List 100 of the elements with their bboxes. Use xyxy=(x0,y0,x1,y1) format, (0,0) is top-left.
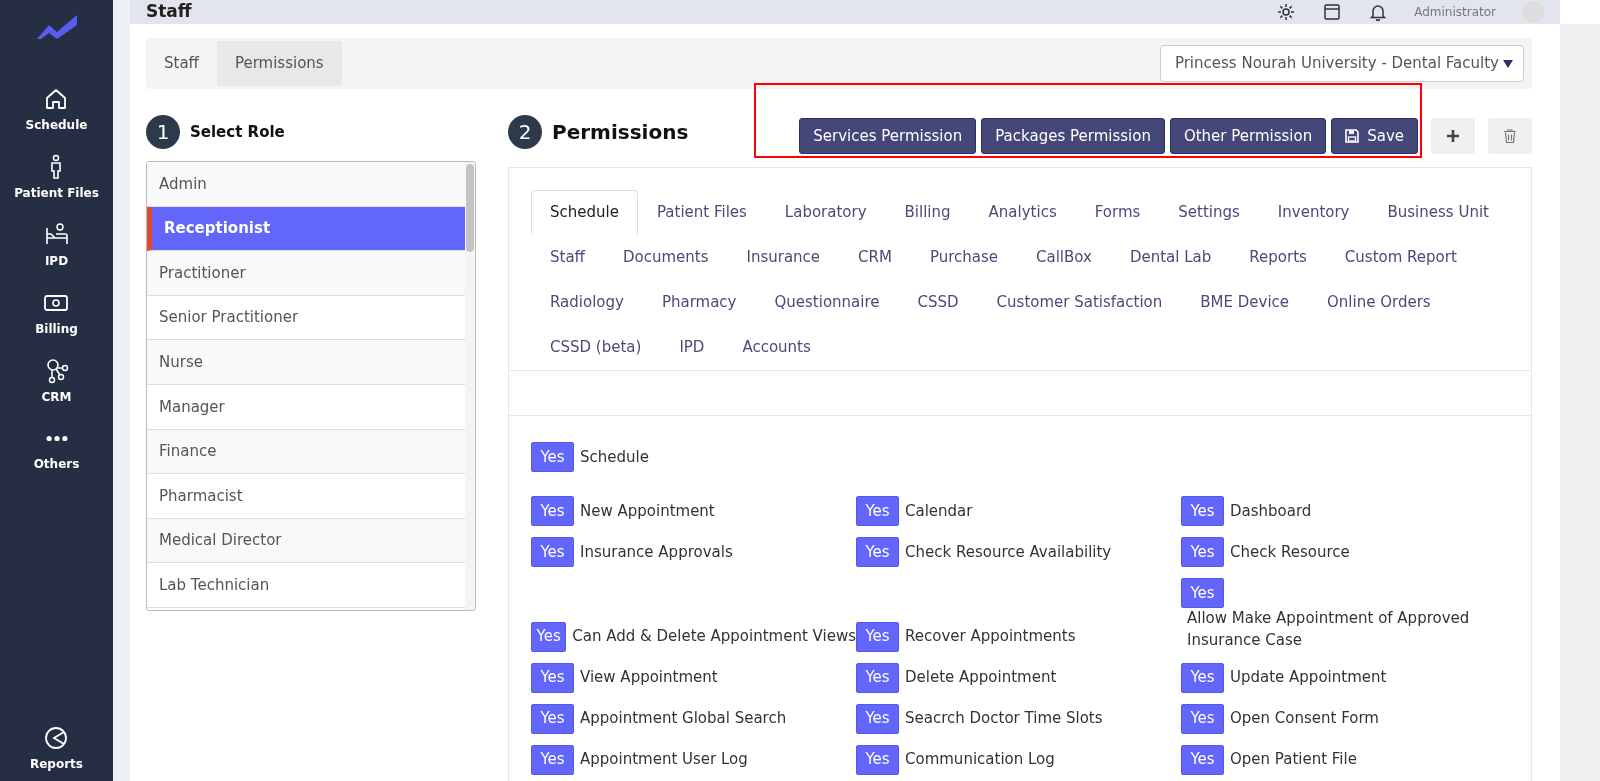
toggle-button[interactable]: Yes xyxy=(856,662,899,693)
module-tab[interactable]: Documents xyxy=(603,235,728,280)
toggle-button[interactable]: Yes xyxy=(856,537,899,567)
module-tab[interactable]: CSSD xyxy=(898,280,978,325)
module-tab[interactable]: Settings xyxy=(1159,190,1259,235)
plus-icon xyxy=(1447,130,1459,142)
permission-label: Insurance Approvals xyxy=(580,541,733,563)
trash-icon xyxy=(1504,129,1516,143)
step-number: 1 xyxy=(146,115,180,149)
module-tab[interactable]: Pharmacy xyxy=(642,280,756,325)
toggle-button[interactable]: Yes xyxy=(531,621,567,652)
module-tab[interactable]: Inventory xyxy=(1258,190,1369,235)
logo-icon[interactable] xyxy=(36,14,77,40)
permission-label: Open Patient File xyxy=(1230,749,1357,771)
permission-label: Check Resource xyxy=(1230,541,1350,563)
module-tab[interactable]: Questionnaire xyxy=(755,280,899,325)
module-tab[interactable]: IPD xyxy=(660,325,724,370)
permission-label: Delete Appointment xyxy=(905,667,1057,689)
section-title: Permissions xyxy=(552,119,689,146)
nav-item[interactable]: Reports xyxy=(30,725,83,773)
role-item[interactable]: Nurse xyxy=(147,340,465,385)
module-tab[interactable]: CSSD (beta) xyxy=(531,325,661,370)
permission-label: View Appointment xyxy=(580,667,718,689)
branch-select[interactable]: Princess Nourah University - Dental Faculty xyxy=(1159,45,1524,82)
toggle-button[interactable]: Yes xyxy=(531,442,574,472)
module-tab[interactable]: Business Unit xyxy=(1368,190,1508,235)
permission-label: Communication Log xyxy=(905,749,1055,771)
settings-icon[interactable] xyxy=(1276,2,1297,22)
permission-button[interactable]: Other Permission xyxy=(1169,118,1327,154)
module-tab[interactable]: CallBox xyxy=(1017,235,1111,280)
module-tab[interactable]: Purchase xyxy=(910,235,1018,280)
caret-icon xyxy=(1503,59,1513,68)
permission-label: Update Appointment xyxy=(1230,667,1387,689)
module-tab[interactable]: Billing xyxy=(885,190,970,235)
module-tab[interactable]: Staff xyxy=(531,235,604,280)
toggle-button[interactable]: Yes xyxy=(1181,537,1224,567)
permission-button[interactable]: Packages Permission xyxy=(981,118,1165,154)
pie-chart-icon xyxy=(43,725,70,751)
bell-icon[interactable] xyxy=(1368,2,1389,22)
module-tab[interactable]: Forms xyxy=(1075,190,1160,235)
module-tab[interactable]: Radiology xyxy=(531,280,643,325)
page-title: Staff xyxy=(146,0,192,24)
permission-label: Can Add & Delete Appointment Views xyxy=(572,626,856,648)
permission-label: New Appointment xyxy=(580,500,715,522)
permission-label: Recover Appointments xyxy=(905,626,1076,648)
toggle-button[interactable]: Yes xyxy=(1181,703,1224,734)
permission-button[interactable]: Services Permission xyxy=(799,118,977,154)
nav-item[interactable]: CRM xyxy=(41,358,72,406)
role-item[interactable]: Finance xyxy=(147,429,465,475)
module-tab[interactable]: CRM xyxy=(839,235,911,280)
module-tab[interactable]: Dental Lab xyxy=(1110,235,1231,280)
toggle-button[interactable]: Yes xyxy=(856,703,899,734)
module-tab[interactable]: Patient Files xyxy=(637,190,766,235)
nav-item[interactable]: Schedule xyxy=(25,86,88,134)
user-name[interactable]: Administrator xyxy=(1414,3,1496,21)
toggle-button[interactable]: Yes xyxy=(531,662,574,693)
role-item[interactable]: Medical Director xyxy=(147,518,465,564)
permission-label: Check Resource Availability xyxy=(905,541,1112,563)
permission-label: Allow Make Appointment of Approved Insurance Case xyxy=(1187,608,1471,651)
module-tab[interactable]: Insurance xyxy=(727,235,840,280)
toggle-button[interactable]: Yes xyxy=(1181,496,1224,526)
toggle-button[interactable]: Yes xyxy=(856,621,899,652)
nav-item[interactable]: Patient Files xyxy=(14,154,99,202)
save-button[interactable]: Save xyxy=(1331,118,1418,154)
role-item[interactable]: Receptionist xyxy=(147,206,465,252)
module-tab[interactable]: Online Orders xyxy=(1308,280,1450,325)
toggle-button[interactable]: Yes xyxy=(531,496,574,526)
role-item[interactable]: Practitioner xyxy=(147,251,465,296)
page-tab[interactable]: Permissions xyxy=(216,41,342,86)
page-tab[interactable]: Staff xyxy=(146,41,217,86)
nav-item[interactable]: Others xyxy=(33,426,80,473)
delete-button[interactable] xyxy=(1488,118,1532,154)
module-tab[interactable]: Laboratory xyxy=(765,190,886,235)
module-tab[interactable]: Reports xyxy=(1230,235,1326,280)
toggle-button[interactable]: Yes xyxy=(1181,744,1224,775)
toggle-button[interactable]: Yes xyxy=(531,537,574,567)
module-tab[interactable]: Accounts xyxy=(723,325,830,370)
permission-label: Calendar xyxy=(905,500,973,522)
permission-label: Appointment User Log xyxy=(580,749,748,771)
add-button[interactable] xyxy=(1431,118,1475,154)
permission-label: Seacrch Doctor Time Slots xyxy=(905,708,1103,730)
module-tab[interactable]: Customer Satisfaction xyxy=(977,280,1182,325)
module-tab[interactable]: Analytics xyxy=(969,190,1076,235)
permission-label: Appointment Global Search xyxy=(580,708,787,730)
nav-item[interactable]: IPD xyxy=(43,222,70,270)
toggle-button[interactable]: Yes xyxy=(531,744,574,775)
scrollbar-thumb[interactable] xyxy=(466,164,474,252)
toggle-button[interactable]: Yes xyxy=(856,744,899,775)
role-item[interactable]: Admin xyxy=(147,162,465,207)
module-tab[interactable]: Schedule xyxy=(531,190,638,235)
toggle-button[interactable]: Yes xyxy=(856,496,899,526)
toggle-button[interactable]: Yes xyxy=(531,703,574,734)
nav-item[interactable]: Billing xyxy=(35,290,78,338)
calendar-icon[interactable] xyxy=(1322,2,1343,22)
module-tab[interactable]: Custom Report xyxy=(1325,235,1476,280)
toggle-button[interactable]: Yes xyxy=(1181,578,1224,608)
module-tab[interactable]: BME Device xyxy=(1181,280,1309,325)
permission-label: Open Consent Form xyxy=(1230,708,1379,730)
toggle-button[interactable]: Yes xyxy=(1181,662,1224,693)
permission-label: Schedule xyxy=(580,446,649,468)
